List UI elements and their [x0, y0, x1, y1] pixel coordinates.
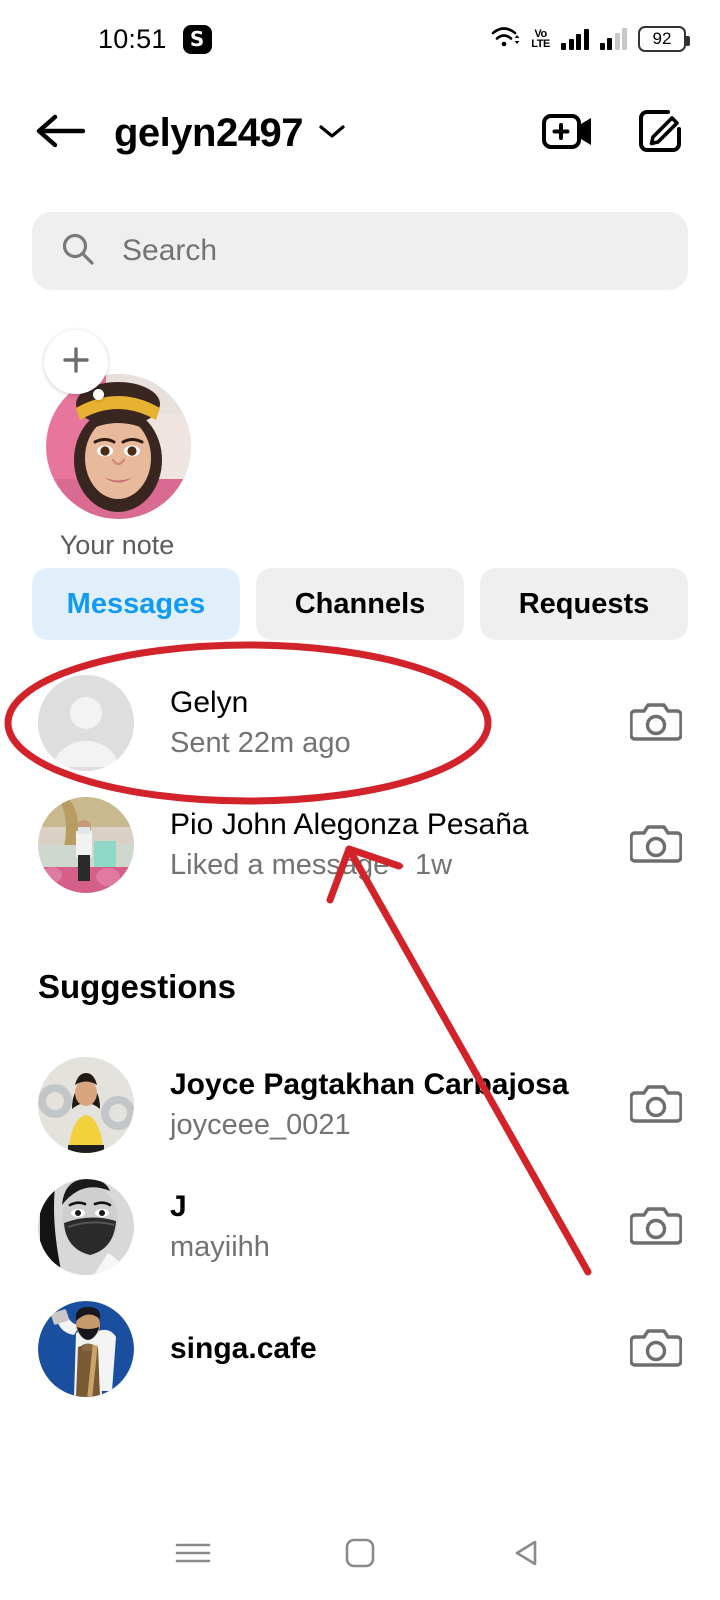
conversation-text: Pio John Alegonza Pesaña Liked a message…	[170, 805, 626, 885]
suggestions-list: Joyce Pagtakhan Carbajosa joyceee_0021 J…	[0, 1044, 720, 1410]
inbox-tabs: Messages Channels Requests	[32, 568, 688, 640]
add-note-button[interactable]	[44, 330, 108, 400]
avatar[interactable]	[38, 797, 134, 893]
chevron-down-icon	[317, 121, 347, 146]
suggestion-text: singa.cafe	[170, 1329, 626, 1369]
avatar[interactable]	[38, 675, 134, 771]
suggestion-row-joyce[interactable]: Joyce Pagtakhan Carbajosa joyceee_0021	[0, 1044, 720, 1166]
camera-button[interactable]	[626, 820, 686, 871]
compose-edit-icon	[636, 106, 686, 161]
suggestion-name: J	[170, 1190, 187, 1223]
conversation-row-gelyn[interactable]: Gelyn Sent 22m ago	[0, 662, 720, 784]
status-bar-right: Vo LTE 92	[490, 24, 690, 55]
back-triangle-icon	[510, 1536, 544, 1575]
tab-messages[interactable]: Messages	[32, 568, 240, 640]
page-title: gelyn2497	[114, 110, 303, 155]
app-notification-badge-icon: S	[182, 24, 212, 54]
recents-button[interactable]	[163, 1525, 223, 1585]
video-call-plus-icon	[541, 108, 597, 159]
conversation-preview: Sent 22m ago	[170, 727, 351, 759]
status-bar-clock: 10:51	[98, 23, 167, 54]
suggestion-name: singa.cafe	[170, 1332, 317, 1365]
camera-icon	[629, 1080, 683, 1131]
suggestion-text: Joyce Pagtakhan Carbajosa joyceee_0021	[170, 1065, 626, 1145]
suggestion-row-mayiihh[interactable]: J mayiihh	[0, 1166, 720, 1288]
camera-button[interactable]	[626, 1202, 686, 1253]
plus-icon	[59, 343, 93, 382]
suggestion-text: J mayiihh	[170, 1187, 626, 1267]
back-arrow-icon	[34, 110, 88, 157]
suggestion-username: joyceee_0021	[170, 1109, 351, 1141]
app-header: gelyn2497	[0, 78, 720, 188]
home-button[interactable]	[330, 1525, 390, 1585]
wifi-icon	[490, 24, 520, 55]
volte-icon: Vo LTE	[531, 28, 550, 50]
avatar[interactable]	[38, 1301, 134, 1397]
video-call-button[interactable]	[540, 104, 598, 162]
signal-bars-secondary-icon	[599, 28, 627, 50]
search-bar[interactable]: Search	[32, 212, 688, 290]
camera-button[interactable]	[626, 698, 686, 749]
camera-icon	[629, 1202, 683, 1253]
home-square-icon	[343, 1536, 377, 1575]
camera-icon	[629, 698, 683, 749]
suggestion-row-singa-cafe[interactable]: singa.cafe	[0, 1288, 720, 1410]
camera-button[interactable]	[626, 1324, 686, 1375]
search-icon	[60, 231, 96, 272]
conversation-list: Gelyn Sent 22m ago Pio John Alegonza Pes…	[0, 662, 720, 906]
suggestions-heading: Suggestions	[38, 968, 237, 1005]
conversation-name: Pio John Alegonza Pesaña	[170, 808, 529, 841]
android-navigation-bar	[0, 1510, 720, 1600]
instagram-direct-messages-screen: 10:51 S Vo LTE 92 gelyn2497 Search Your …	[0, 0, 720, 1600]
battery-icon: 92	[638, 26, 690, 52]
avatar[interactable]	[38, 1179, 134, 1275]
conversation-row-pio-john[interactable]: Pio John Alegonza Pesaña Liked a message…	[0, 784, 720, 906]
back-button-nav[interactable]	[497, 1525, 557, 1585]
tab-requests[interactable]: Requests	[480, 568, 688, 640]
your-note-label: Your note	[59, 530, 175, 560]
camera-icon	[629, 820, 683, 871]
conversation-preview: Liked a message · 1w	[170, 849, 453, 881]
search-input[interactable]: Search	[122, 234, 217, 268]
compose-message-button[interactable]	[632, 104, 690, 162]
suggestion-name: Joyce Pagtakhan Carbajosa	[170, 1068, 569, 1101]
tab-channels[interactable]: Channels	[256, 568, 464, 640]
camera-button[interactable]	[626, 1080, 686, 1131]
recents-menu-icon	[172, 1538, 214, 1573]
status-bar-left: 10:51 S	[98, 24, 212, 55]
avatar[interactable]	[38, 1057, 134, 1153]
conversation-name: Gelyn	[170, 686, 249, 719]
conversation-text: Gelyn Sent 22m ago	[170, 683, 626, 763]
avatar[interactable]	[46, 374, 191, 519]
account-switcher[interactable]: gelyn2497	[114, 111, 347, 156]
battery-percent: 92	[652, 29, 672, 48]
signal-bars-icon	[561, 28, 589, 50]
back-button[interactable]	[30, 102, 92, 164]
status-bar: 10:51 S Vo LTE 92	[0, 0, 720, 78]
header-actions	[540, 104, 690, 162]
suggestion-username: mayiihh	[170, 1231, 270, 1263]
camera-icon	[629, 1324, 683, 1375]
